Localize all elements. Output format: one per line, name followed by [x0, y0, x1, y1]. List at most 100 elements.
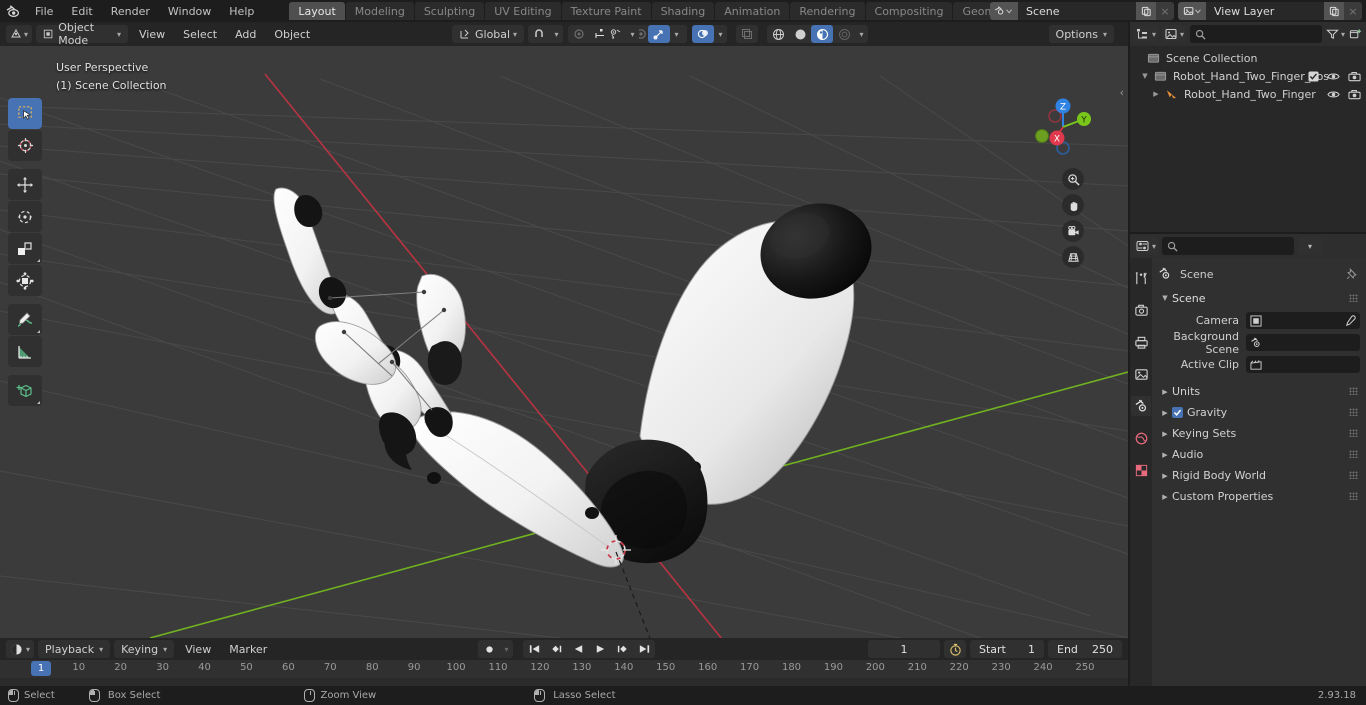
disclosure-triangle-down-icon[interactable]: ▼	[1139, 72, 1151, 80]
overlays-toggle-icon[interactable]	[692, 25, 714, 43]
proportional-edit-icon[interactable]	[568, 25, 590, 43]
jump-to-prev-keyframe-icon[interactable]	[545, 640, 567, 658]
scene-name-field[interactable]: Scene	[1018, 2, 1136, 20]
tool-move[interactable]	[8, 169, 42, 200]
tool-scale[interactable]	[8, 233, 42, 264]
object-visibility-icon[interactable]	[604, 25, 626, 43]
properties-tab-render[interactable]	[1131, 300, 1151, 320]
viewport-menu-view[interactable]: View	[132, 25, 172, 43]
pin-icon[interactable]	[1346, 268, 1358, 280]
viewport-menu-object[interactable]: Object	[267, 25, 317, 43]
tab-layout[interactable]: Layout	[289, 2, 345, 20]
shading-wireframe-icon[interactable]	[767, 25, 789, 43]
auto-key-dropdown-icon[interactable]: ▾	[500, 640, 513, 658]
sidebar-collapse-arrow[interactable]: ‹	[1120, 86, 1124, 99]
tab-sculpting[interactable]: Sculpting	[414, 2, 485, 20]
panel-custom-properties[interactable]: ▶ Custom Properties	[1158, 486, 1360, 507]
timeline-menu-keying[interactable]: Keying ▾	[114, 640, 175, 658]
navigation-gizmo[interactable]: Z Y X	[1032, 96, 1094, 158]
jump-to-next-keyframe-icon[interactable]	[611, 640, 633, 658]
jump-to-end-icon[interactable]	[633, 640, 655, 658]
transform-orientation-selector[interactable]: Global ▾	[452, 25, 524, 43]
properties-tab-view-layer[interactable]	[1131, 364, 1151, 384]
tool-rotate[interactable]	[8, 201, 42, 232]
outliner-new-collection-icon[interactable]	[1349, 28, 1362, 40]
tab-animation[interactable]: Animation	[715, 2, 790, 20]
properties-tab-scene[interactable]	[1131, 396, 1151, 416]
menu-edit[interactable]: Edit	[62, 0, 101, 22]
properties-tab-world[interactable]	[1131, 428, 1151, 448]
play-icon[interactable]	[589, 640, 611, 658]
tab-shading[interactable]: Shading	[651, 2, 715, 20]
properties-options-dropdown[interactable]: ▾	[1298, 237, 1323, 255]
blender-logo-icon[interactable]	[0, 0, 26, 22]
end-frame-field[interactable]: End 250	[1048, 640, 1122, 658]
tab-compositing[interactable]: Compositing	[865, 2, 953, 20]
gizmo-dropdown-icon[interactable]: ▾	[670, 25, 683, 43]
eyedropper-icon[interactable]	[1344, 314, 1356, 327]
outliner-search-input[interactable]	[1190, 25, 1322, 43]
outliner-filter-id-icon[interactable]: ▾	[1162, 25, 1187, 43]
properties-editor-type-icon[interactable]: ▾	[1134, 237, 1159, 255]
disclosure-triangle-right-icon[interactable]: ▶	[1150, 90, 1162, 98]
scene-panel-header[interactable]: ▼ Scene	[1158, 288, 1360, 308]
timeline-menu-view[interactable]: View	[178, 640, 218, 658]
jump-to-start-icon[interactable]	[523, 640, 545, 658]
properties-tab-tool[interactable]	[1131, 268, 1151, 288]
view-layer-name-field[interactable]: View Layer	[1206, 2, 1324, 20]
snap-dropdown-icon[interactable]: ▾	[550, 25, 563, 43]
auto-key-record-icon[interactable]	[478, 640, 500, 658]
editor-type-selector[interactable]: ▾	[6, 25, 33, 43]
scene-browse-icon[interactable]	[990, 2, 1018, 20]
camera-view-icon[interactable]	[1062, 220, 1084, 242]
shading-solid-icon[interactable]	[789, 25, 811, 43]
gizmo-toggle-icon[interactable]	[648, 25, 670, 43]
panel-keying-sets[interactable]: ▶ Keying Sets	[1158, 423, 1360, 444]
view-layer-unlink-button[interactable]: ×	[1344, 2, 1362, 20]
outliner-row-scene-collection[interactable]: Scene Collection	[1130, 49, 1366, 67]
timeline-editor-type-icon[interactable]: ▾	[6, 640, 35, 658]
visibility-dropdown-icon[interactable]: ▾	[626, 25, 639, 43]
start-frame-field[interactable]: Start 1	[970, 640, 1044, 658]
menu-window[interactable]: Window	[159, 0, 220, 22]
properties-search-input[interactable]	[1162, 237, 1295, 255]
outliner-row-robot-hand-collection[interactable]: ▼ Robot_Hand_Two_Finger_Pos	[1130, 67, 1366, 85]
outliner-display-mode-icon[interactable]: ▾	[1134, 25, 1159, 43]
tool-add-cube[interactable]	[8, 375, 42, 406]
timeline-menu-playback[interactable]: Playback ▾	[38, 640, 111, 658]
eye-icon[interactable]	[1327, 89, 1340, 100]
tool-transform[interactable]	[8, 265, 42, 296]
current-frame-field[interactable]: 1	[868, 640, 940, 658]
timeline-scrubbing-bar[interactable]: 10 20 30 40 50 60 70 80 90 100 110 120 130 140 150 160 1…	[0, 660, 1128, 678]
outliner-filter-icon[interactable]: ▾	[1326, 28, 1345, 40]
tab-rendering[interactable]: Rendering	[790, 2, 865, 20]
tool-cursor[interactable]	[8, 130, 42, 161]
shading-material-preview-icon[interactable]	[811, 25, 833, 43]
tool-measure[interactable]	[8, 336, 42, 367]
magnet-icon[interactable]	[528, 25, 550, 43]
panel-rigid-body-world[interactable]: ▶ Rigid Body World	[1158, 465, 1360, 486]
tab-uv-editing[interactable]: UV Editing	[485, 2, 561, 20]
scene-unlink-button[interactable]: ×	[1156, 2, 1174, 20]
view-layer-browse-icon[interactable]	[1178, 2, 1206, 20]
stopwatch-icon[interactable]	[944, 640, 966, 658]
viewport-options-button[interactable]: Options ▾	[1048, 25, 1114, 43]
collection-checkbox[interactable]	[1308, 70, 1319, 82]
shading-rendered-icon[interactable]	[833, 25, 855, 43]
menu-render[interactable]: Render	[102, 0, 159, 22]
properties-tab-texture[interactable]	[1131, 460, 1151, 480]
menu-help[interactable]: Help	[220, 0, 263, 22]
overlay-dropdown-icon[interactable]: ▾	[714, 25, 727, 43]
mode-selector[interactable]: Object Mode ▾	[36, 21, 129, 47]
viewport-menu-select[interactable]: Select	[176, 25, 224, 43]
xray-toggle-icon[interactable]	[736, 25, 758, 43]
timeline-playhead[interactable]: 1	[31, 661, 51, 676]
panel-gravity[interactable]: ▶ Gravity	[1158, 402, 1360, 423]
outliner-row-robot-hand-object[interactable]: ▶ Robot_Hand_Two_Finger	[1130, 85, 1366, 103]
play-reverse-icon[interactable]	[567, 640, 589, 658]
new-view-layer-icon[interactable]	[1324, 2, 1344, 20]
panel-audio[interactable]: ▶ Audio	[1158, 444, 1360, 465]
pan-hand-icon[interactable]	[1062, 194, 1084, 216]
zoom-icon[interactable]	[1062, 168, 1084, 190]
camera-icon[interactable]	[1348, 71, 1361, 82]
